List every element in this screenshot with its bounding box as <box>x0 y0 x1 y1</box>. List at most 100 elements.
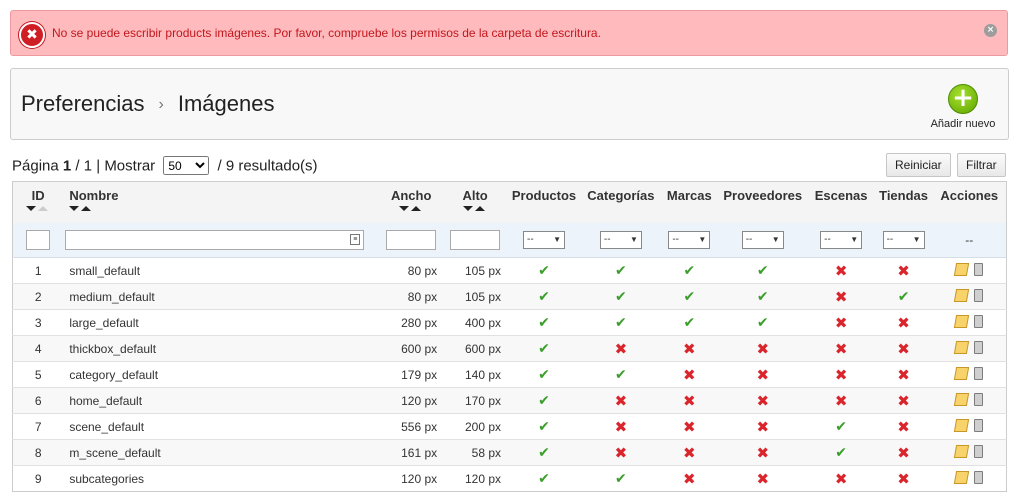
cross-icon[interactable]: ✖ <box>897 341 910 358</box>
cross-icon[interactable]: ✖ <box>683 445 696 462</box>
filter-clear-icon[interactable]: ≡ <box>350 233 361 245</box>
cross-icon[interactable]: ✖ <box>615 419 628 436</box>
check-icon[interactable]: ✔ <box>683 314 695 330</box>
cross-icon[interactable]: ✖ <box>683 419 696 436</box>
check-icon[interactable]: ✔ <box>538 392 550 408</box>
cross-icon[interactable]: ✖ <box>897 315 910 332</box>
check-icon[interactable]: ✔ <box>757 288 769 304</box>
cross-icon[interactable]: ✖ <box>835 367 848 384</box>
filter-height-input[interactable] <box>450 229 501 250</box>
sort-arrows-icon[interactable] <box>443 206 507 216</box>
filter-id-input[interactable] <box>26 229 51 250</box>
cross-icon[interactable]: ✖ <box>897 445 910 462</box>
filter-products-select[interactable]: -- <box>522 230 565 249</box>
edit-icon[interactable] <box>954 392 970 406</box>
cross-icon[interactable]: ✖ <box>615 445 628 462</box>
filter-scenes-select[interactable]: -- <box>820 230 863 249</box>
check-icon[interactable]: ✔ <box>615 366 627 382</box>
sort-arrows-icon[interactable] <box>69 206 379 216</box>
filter-manufacturers-select[interactable]: -- <box>668 230 711 249</box>
cross-icon[interactable]: ✖ <box>756 367 769 384</box>
cross-icon[interactable]: ✖ <box>835 341 848 358</box>
cross-icon[interactable]: ✖ <box>835 393 848 410</box>
cross-icon[interactable]: ✖ <box>683 341 696 358</box>
per-page-select[interactable]: 50 <box>163 156 210 175</box>
check-icon[interactable]: ✔ <box>538 470 550 486</box>
check-icon[interactable]: ✔ <box>683 288 695 304</box>
check-icon[interactable]: ✔ <box>615 262 627 278</box>
cross-icon[interactable]: ✖ <box>756 393 769 410</box>
check-icon[interactable]: ✔ <box>615 288 627 304</box>
check-icon[interactable]: ✔ <box>538 314 550 330</box>
table-row[interactable]: 2 medium_default 80 px 105 px ✔ ✔ ✔ ✔ ✖ ✔ <box>12 283 1007 310</box>
check-icon[interactable]: ✔ <box>757 314 769 330</box>
check-icon[interactable]: ✔ <box>683 262 695 278</box>
delete-icon[interactable] <box>974 418 984 432</box>
filter-name-input[interactable] <box>65 229 365 250</box>
delete-icon[interactable] <box>974 314 984 328</box>
table-row[interactable]: 8 m_scene_default 161 px 58 px ✔ ✖ ✖ ✖ ✔ ✖ <box>12 439 1007 466</box>
cross-icon[interactable]: ✖ <box>756 341 769 358</box>
edit-icon[interactable] <box>954 288 970 302</box>
cross-icon[interactable]: ✖ <box>835 289 848 306</box>
cross-icon[interactable]: ✖ <box>835 263 848 280</box>
cross-icon[interactable]: ✖ <box>897 393 910 410</box>
filter-width-input[interactable] <box>386 229 437 250</box>
delete-icon[interactable] <box>974 444 984 458</box>
delete-icon[interactable] <box>974 340 984 354</box>
delete-icon[interactable] <box>974 366 984 380</box>
check-icon[interactable]: ✔ <box>835 444 847 460</box>
table-row[interactable]: 7 scene_default 556 px 200 px ✔ ✖ ✖ ✖ ✔ ✖ <box>12 413 1007 440</box>
close-icon[interactable]: × <box>984 24 997 37</box>
edit-icon[interactable] <box>954 262 970 276</box>
table-row[interactable]: 9 subcategories 120 px 120 px ✔ ✔ ✖ ✖ ✖ ✖ <box>12 465 1007 492</box>
table-row[interactable]: 5 category_default 179 px 140 px ✔ ✔ ✖ ✖ ✖ ✖ <box>12 361 1007 388</box>
table-row[interactable]: 4 thickbox_default 600 px 600 px ✔ ✖ ✖ ✖ ✖ ✖ <box>12 335 1007 362</box>
cross-icon[interactable]: ✖ <box>683 471 696 488</box>
check-icon[interactable]: ✔ <box>538 366 550 382</box>
filter-button[interactable]: Filtrar <box>957 153 1006 177</box>
filter-stores-select[interactable]: -- <box>882 230 925 249</box>
filter-suppliers-select[interactable]: -- <box>741 230 784 249</box>
check-icon[interactable]: ✔ <box>757 262 769 278</box>
check-icon[interactable]: ✔ <box>538 288 550 304</box>
check-icon[interactable]: ✔ <box>538 418 550 434</box>
add-new-button[interactable]: + Añadir nuevo <box>928 84 998 130</box>
table-row[interactable]: 3 large_default 280 px 400 px ✔ ✔ ✔ ✔ ✖ ✖ <box>12 309 1007 336</box>
cross-icon[interactable]: ✖ <box>683 393 696 410</box>
breadcrumb-parent[interactable]: Preferencias <box>21 91 145 116</box>
cross-icon[interactable]: ✖ <box>897 367 910 384</box>
edit-icon[interactable] <box>954 314 970 328</box>
edit-icon[interactable] <box>954 418 970 432</box>
cross-icon[interactable]: ✖ <box>835 471 848 488</box>
filter-categories-select[interactable]: -- <box>599 230 642 249</box>
check-icon[interactable]: ✔ <box>898 288 910 304</box>
check-icon[interactable]: ✔ <box>538 340 550 356</box>
cross-icon[interactable]: ✖ <box>835 315 848 332</box>
cross-icon[interactable]: ✖ <box>756 419 769 436</box>
sort-arrows-icon[interactable] <box>379 206 443 216</box>
edit-icon[interactable] <box>954 340 970 354</box>
delete-icon[interactable] <box>974 392 984 406</box>
edit-icon[interactable] <box>954 470 970 484</box>
cross-icon[interactable]: ✖ <box>897 419 910 436</box>
check-icon[interactable]: ✔ <box>615 470 627 486</box>
reset-button[interactable]: Reiniciar <box>886 153 951 177</box>
cross-icon[interactable]: ✖ <box>615 393 628 410</box>
cross-icon[interactable]: ✖ <box>756 471 769 488</box>
cross-icon[interactable]: ✖ <box>683 367 696 384</box>
check-icon[interactable]: ✔ <box>538 262 550 278</box>
edit-icon[interactable] <box>954 444 970 458</box>
delete-icon[interactable] <box>974 288 984 302</box>
cross-icon[interactable]: ✖ <box>756 445 769 462</box>
check-icon[interactable]: ✔ <box>835 418 847 434</box>
cross-icon[interactable]: ✖ <box>897 471 910 488</box>
sort-arrows-icon[interactable] <box>13 206 63 216</box>
edit-icon[interactable] <box>954 366 970 380</box>
cross-icon[interactable]: ✖ <box>897 263 910 280</box>
table-row[interactable]: 1 small_default 80 px 105 px ✔ ✔ ✔ ✔ ✖ ✖ <box>12 257 1007 284</box>
delete-icon[interactable] <box>974 470 984 484</box>
delete-icon[interactable] <box>974 262 984 276</box>
check-icon[interactable]: ✔ <box>615 314 627 330</box>
check-icon[interactable]: ✔ <box>538 444 550 460</box>
